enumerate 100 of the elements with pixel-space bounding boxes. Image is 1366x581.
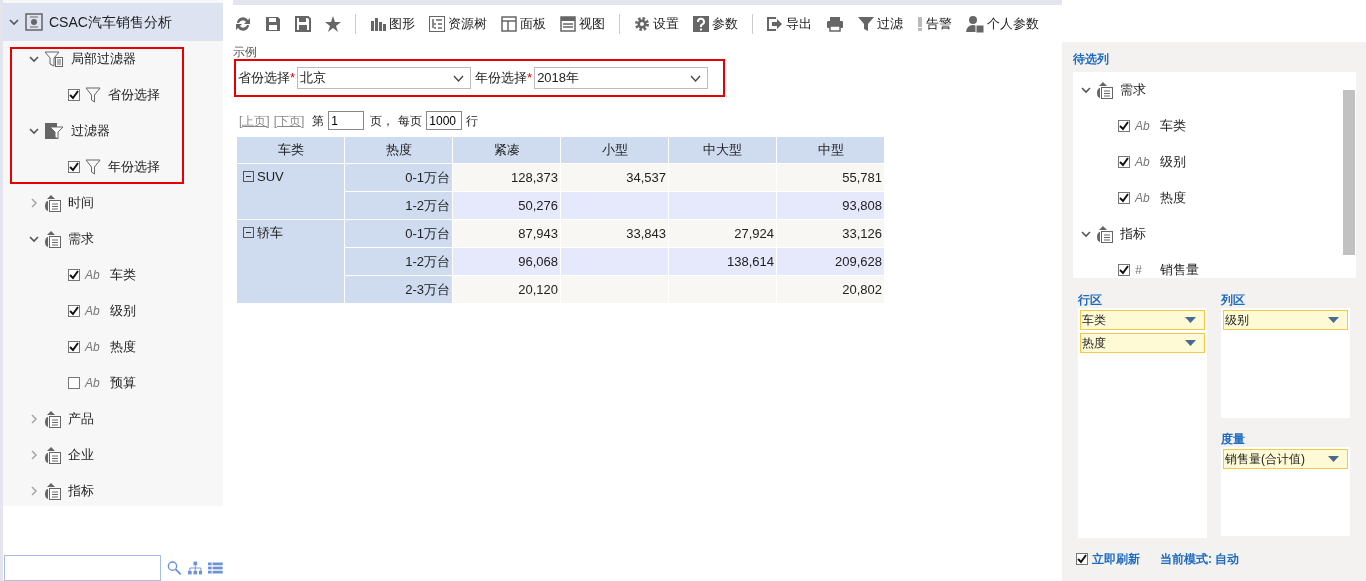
toolbar-button[interactable]: 设置 (634, 13, 679, 34)
tree-item-label[interactable]: 时间 (68, 193, 94, 213)
row-header: 2-3万台 (344, 275, 453, 304)
drop-zone[interactable]: 级别 (1221, 308, 1350, 418)
search-icon[interactable] (167, 560, 182, 576)
row-group-header[interactable]: 轿车 (236, 219, 345, 304)
table-cell: 27,924 (668, 219, 777, 248)
bar-chart-icon (370, 15, 386, 32)
table-cell: 209,628 (776, 247, 885, 276)
tree-item-label[interactable]: 过滤器 (71, 121, 110, 141)
table-cell: 87,943 (452, 219, 561, 248)
page-field[interactable]: 1 (328, 111, 365, 130)
toolbar-button[interactable]: 面板 (501, 13, 546, 34)
zone-item[interactable]: 车类 (1080, 310, 1205, 330)
checkbox[interactable] (68, 89, 80, 101)
tree-item-label[interactable]: 热度 (110, 337, 136, 357)
funnel-icon (85, 159, 101, 175)
tree-item-label[interactable]: 局部过滤器 (71, 49, 136, 69)
auto-refresh-label[interactable]: 立即刷新 (1092, 550, 1140, 568)
caret-icon (1185, 340, 1196, 346)
column-header: 中大型 (668, 136, 777, 164)
tree-item-label[interactable]: 需求 (68, 229, 94, 249)
table-cell: 34,537 (560, 163, 669, 192)
toolbar-button[interactable]: 导出 (767, 13, 812, 34)
checkbox[interactable] (68, 269, 80, 281)
user-icon (966, 14, 984, 33)
tree-item-label[interactable]: 指标 (1120, 224, 1146, 244)
checkbox[interactable] (1118, 120, 1130, 132)
zone-title: 度量 (1221, 431, 1246, 447)
checkbox[interactable] (1076, 553, 1088, 565)
chevron-down-icon[interactable] (9, 17, 19, 27)
panel-title: 待选列 (1073, 51, 1110, 68)
toolbar-button[interactable]: 参数 (693, 13, 738, 34)
drop-zone[interactable]: 车类 热度 (1078, 308, 1207, 538)
checkbox[interactable] (68, 305, 80, 317)
row-header: 1-2万台 (344, 247, 453, 276)
toolbar-button[interactable]: 图形 (370, 13, 415, 34)
tree-item-label[interactable]: 产品 (68, 409, 94, 429)
tree-item-label[interactable]: 销售量 (1160, 260, 1199, 278)
row-group-header[interactable]: SUV (236, 163, 345, 220)
filter-label: 省份选择* (238, 69, 296, 88)
list-icon[interactable] (208, 562, 223, 574)
toolbar-button[interactable]: 视图 (560, 13, 605, 34)
toolbar-button[interactable] (265, 15, 281, 32)
drop-zone[interactable]: 销售量(合计值) (1221, 447, 1350, 536)
row-header: 0-1万台 (344, 163, 453, 192)
stack-icon (44, 230, 61, 248)
tree-item-label[interactable]: 级别 (110, 301, 136, 321)
search-field[interactable] (4, 555, 161, 581)
zone-title: 行区 (1078, 292, 1103, 308)
hierarchy-icon[interactable] (187, 561, 203, 575)
checkbox[interactable] (1118, 264, 1130, 276)
pager-label: 行 (466, 112, 479, 130)
toolbar-button[interactable] (826, 15, 844, 32)
star-icon (325, 15, 341, 32)
toolbar-button[interactable]: 告警 (917, 13, 952, 34)
toolbar-button[interactable] (325, 15, 341, 32)
tree-item-label[interactable]: 车类 (110, 265, 136, 285)
table-cell: 50,276 (452, 191, 561, 220)
checkbox[interactable] (68, 377, 80, 389)
chevron-down-icon[interactable] (29, 234, 39, 244)
tree-item-label[interactable]: 预算 (110, 373, 136, 393)
export-icon (767, 15, 783, 32)
mode-label: 当前模式: 自动 (1160, 551, 1240, 568)
tree-item-label[interactable]: 车类 (1160, 116, 1186, 136)
zone-item[interactable]: 热度 (1080, 333, 1205, 353)
checkbox[interactable] (1118, 192, 1130, 204)
chevron-down-icon[interactable] (29, 126, 39, 136)
chevron-down-icon[interactable] (1081, 85, 1091, 95)
checkbox[interactable] (68, 161, 80, 173)
toolbar-button[interactable]: 个人参数 (966, 13, 1039, 34)
tree-item-label[interactable]: 需求 (1120, 80, 1146, 100)
tree-item-label[interactable]: 省份选择 (108, 85, 160, 105)
tree-item-label[interactable]: 热度 (1160, 188, 1186, 208)
tree-item-label[interactable]: 指标 (68, 481, 94, 501)
next-page-link[interactable]: [下页] (273, 111, 305, 130)
chevron-down-icon[interactable] (1081, 229, 1091, 239)
previous-page-link[interactable]: [上页] (239, 111, 270, 130)
field-type-icon: Ab (1135, 117, 1151, 135)
tree-item-label[interactable]: 企业 (68, 445, 94, 465)
table-cell: 138,614 (668, 247, 777, 276)
checkbox[interactable] (1118, 156, 1130, 168)
toolbar-button[interactable] (295, 15, 311, 32)
refresh-icon (235, 15, 251, 32)
chevron-down-icon[interactable] (29, 54, 39, 64)
tree-list-icon (429, 15, 445, 32)
tree-item-label[interactable]: 级别 (1160, 152, 1186, 172)
dropdown-field[interactable]: 北京 (297, 67, 472, 89)
zone-item[interactable]: 级别 (1223, 310, 1348, 330)
table-cell: 20,802 (776, 275, 885, 304)
page-size-field[interactable]: 1000 (426, 111, 463, 130)
caret-icon (1328, 456, 1339, 462)
stack-icon (1096, 81, 1113, 99)
checkbox[interactable] (68, 341, 80, 353)
toolbar-button[interactable] (235, 15, 251, 32)
tree-item-label[interactable]: 年份选择 (108, 157, 160, 177)
toolbar-button[interactable]: 资源树 (429, 13, 487, 34)
toolbar-button[interactable]: 过滤 (858, 13, 903, 34)
zone-item[interactable]: 销售量(合计值) (1223, 449, 1348, 469)
dropdown-field[interactable]: 2018年 (534, 67, 709, 89)
